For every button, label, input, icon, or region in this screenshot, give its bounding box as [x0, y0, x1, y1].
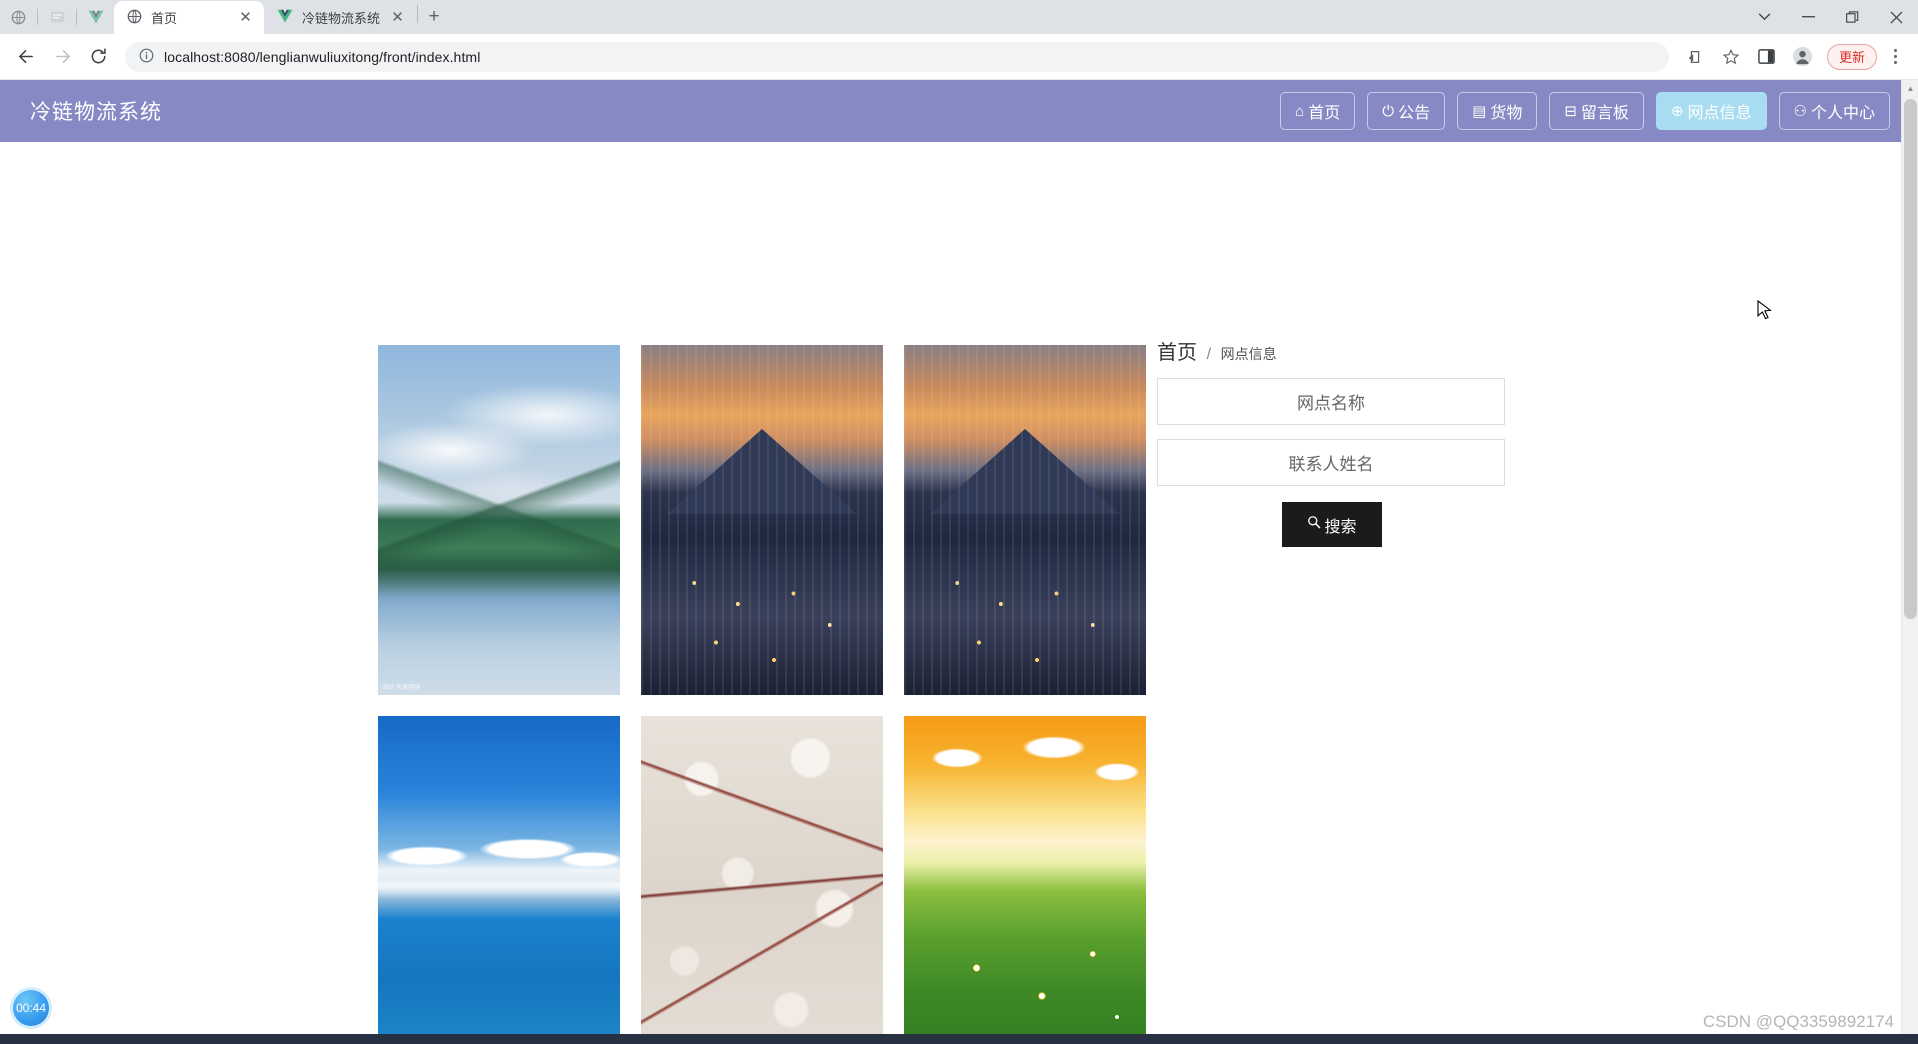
os-taskbar	[0, 1034, 1918, 1044]
maximize-restore-icon[interactable]	[1830, 1, 1874, 33]
share-icon[interactable]	[1679, 41, 1711, 73]
vue-icon[interactable]	[82, 4, 110, 30]
browser-window: 首页 ✕ 冷链物流系统 ✕ + localhost:8080/lenglianw…	[0, 0, 1918, 1044]
gallery-image-cherry-blossom-branch[interactable]	[641, 716, 883, 1044]
page-watermark: CSDN @QQ3359892174	[1702, 1012, 1894, 1031]
globe-icon	[127, 9, 142, 27]
nav-item-branch-info[interactable]: ⊕ 网点信息	[1655, 92, 1767, 130]
power-icon: ⏻	[1382, 102, 1395, 120]
info-circle-icon[interactable]	[139, 48, 154, 66]
chrome-left-icon-group	[0, 0, 114, 34]
message-icon: ⊟	[1564, 102, 1577, 120]
tab-title: 首页	[151, 11, 178, 26]
minimize-icon[interactable]	[1786, 1, 1830, 33]
nav-item-label: 网点信息	[1687, 105, 1752, 122]
search-button-label: 搜索	[1324, 518, 1357, 536]
browser-toolbar: localhost:8080/lenglianwuliuxitong/front…	[0, 34, 1918, 80]
tab-search-chevron-down-icon[interactable]	[1742, 1, 1786, 33]
divider	[417, 4, 419, 23]
nav-item-user-center[interactable]: ⚇ 个人中心	[1778, 92, 1890, 130]
nav-item-home[interactable]: ⌂ 首页	[1280, 92, 1356, 130]
branch-search-panel: 首页 / 网点信息 网点名称 联系人姓名 搜索	[1157, 336, 1507, 547]
gallery-image-fuji-cityscape-sunset-2[interactable]	[904, 345, 1146, 695]
divider	[37, 9, 38, 25]
divider	[76, 9, 77, 25]
browser-tab-inactive[interactable]: 冷链物流系统 ✕	[264, 1, 417, 34]
nav-item-message-board[interactable]: ⊟ 留言板	[1549, 92, 1644, 130]
image-gallery: 图片来源网络 摄影作品 来源网络	[378, 345, 1148, 1044]
nav-item-label: 首页	[1308, 105, 1341, 122]
address-bar[interactable]: localhost:8080/lenglianwuliuxitong/front…	[125, 41, 1669, 72]
page-scrollbar[interactable]: ▲	[1901, 80, 1918, 1044]
browser-tab-active[interactable]: 首页 ✕	[114, 1, 264, 34]
nav-item-label: 个人中心	[1810, 105, 1875, 122]
gallery-image-forest-lake-reflection[interactable]: 图片来源网络	[378, 345, 620, 695]
home-icon: ⌂	[1295, 102, 1305, 120]
window-icon[interactable]	[43, 4, 71, 30]
url-text: localhost:8080/lenglianwuliuxitong/front…	[164, 48, 481, 65]
list-icon: ▤	[1472, 102, 1487, 120]
side-panel-icon[interactable]	[1751, 41, 1783, 73]
page-content: 图片来源网络 摄影作品 来源网络 首页 / 网点信息	[0, 142, 1918, 1044]
search-button[interactable]: 搜索	[1282, 502, 1382, 547]
gallery-image-daisy-meadow-sunset[interactable]: 摄影作品 来源网络	[904, 716, 1146, 1044]
branch-name-input[interactable]: 网点名称	[1157, 378, 1505, 425]
scroll-up-arrow-icon[interactable]: ▲	[1902, 80, 1918, 97]
toolbar-right-group: 更新	[1679, 41, 1909, 73]
forward-button[interactable]	[45, 40, 79, 74]
breadcrumb-separator: /	[1206, 346, 1212, 363]
nav-item-label: 留言板	[1580, 105, 1629, 122]
user-icon: ⚇	[1793, 102, 1807, 120]
close-icon[interactable]	[1874, 1, 1918, 33]
update-button[interactable]: 更新	[1826, 43, 1877, 70]
gallery-image-blue-lake-snow-mountain[interactable]	[378, 716, 620, 1044]
nav-item-announcement[interactable]: ⏻ 公告	[1367, 92, 1446, 130]
nav-item-label: 公告	[1398, 105, 1431, 122]
app-nav-menu: ⌂ 首页 ⏻ 公告 ▤ 货物 ⊟ 留言板 ⊕ 网点信息 ⚇ 个人中心	[1280, 92, 1890, 130]
new-tab-button[interactable]: +	[419, 2, 449, 32]
tab-strip: 首页 ✕ 冷链物流系统 ✕ +	[0, 0, 1918, 34]
avatar-icon[interactable]	[1787, 41, 1819, 73]
kebab-menu-icon[interactable]	[1881, 42, 1909, 72]
reload-button[interactable]	[81, 40, 115, 74]
search-icon	[1307, 515, 1321, 534]
breadcrumb-current: 网点信息	[1220, 346, 1277, 362]
image-watermark: 图片来源网络	[383, 685, 421, 691]
vue-icon	[277, 9, 293, 26]
tab-title: 冷链物流系统	[302, 11, 381, 26]
nav-item-goods[interactable]: ▤ 货物	[1457, 92, 1538, 130]
app-navbar: 冷链物流系统 ⌂ 首页 ⏻ 公告 ▤ 货物 ⊟ 留言板 ⊕ 网点信息 ⚇ 个人中…	[0, 80, 1918, 142]
timer-badge[interactable]: 00:44	[13, 990, 49, 1026]
breadcrumb-home[interactable]: 首页	[1157, 342, 1197, 364]
breadcrumb: 首页 / 网点信息	[1157, 336, 1507, 365]
nav-item-label: 货物	[1490, 105, 1523, 122]
globe-icon: ⊕	[1670, 102, 1684, 120]
close-icon[interactable]: ✕	[389, 9, 406, 26]
app-brand-title: 冷链物流系统	[30, 101, 162, 124]
page-viewport: 冷链物流系统 ⌂ 首页 ⏻ 公告 ▤ 货物 ⊟ 留言板 ⊕ 网点信息 ⚇ 个人中…	[0, 80, 1918, 1044]
star-icon[interactable]	[1715, 41, 1747, 73]
back-button[interactable]	[9, 40, 43, 74]
mouse-cursor	[1757, 299, 1773, 327]
contact-name-input[interactable]: 联系人姓名	[1157, 439, 1505, 486]
globe-icon[interactable]	[4, 4, 32, 30]
close-icon[interactable]: ✕	[237, 9, 254, 26]
window-control-group	[1742, 0, 1918, 34]
gallery-image-fuji-cityscape-sunset-1[interactable]	[641, 345, 883, 695]
scrollbar-thumb[interactable]	[1904, 99, 1917, 619]
